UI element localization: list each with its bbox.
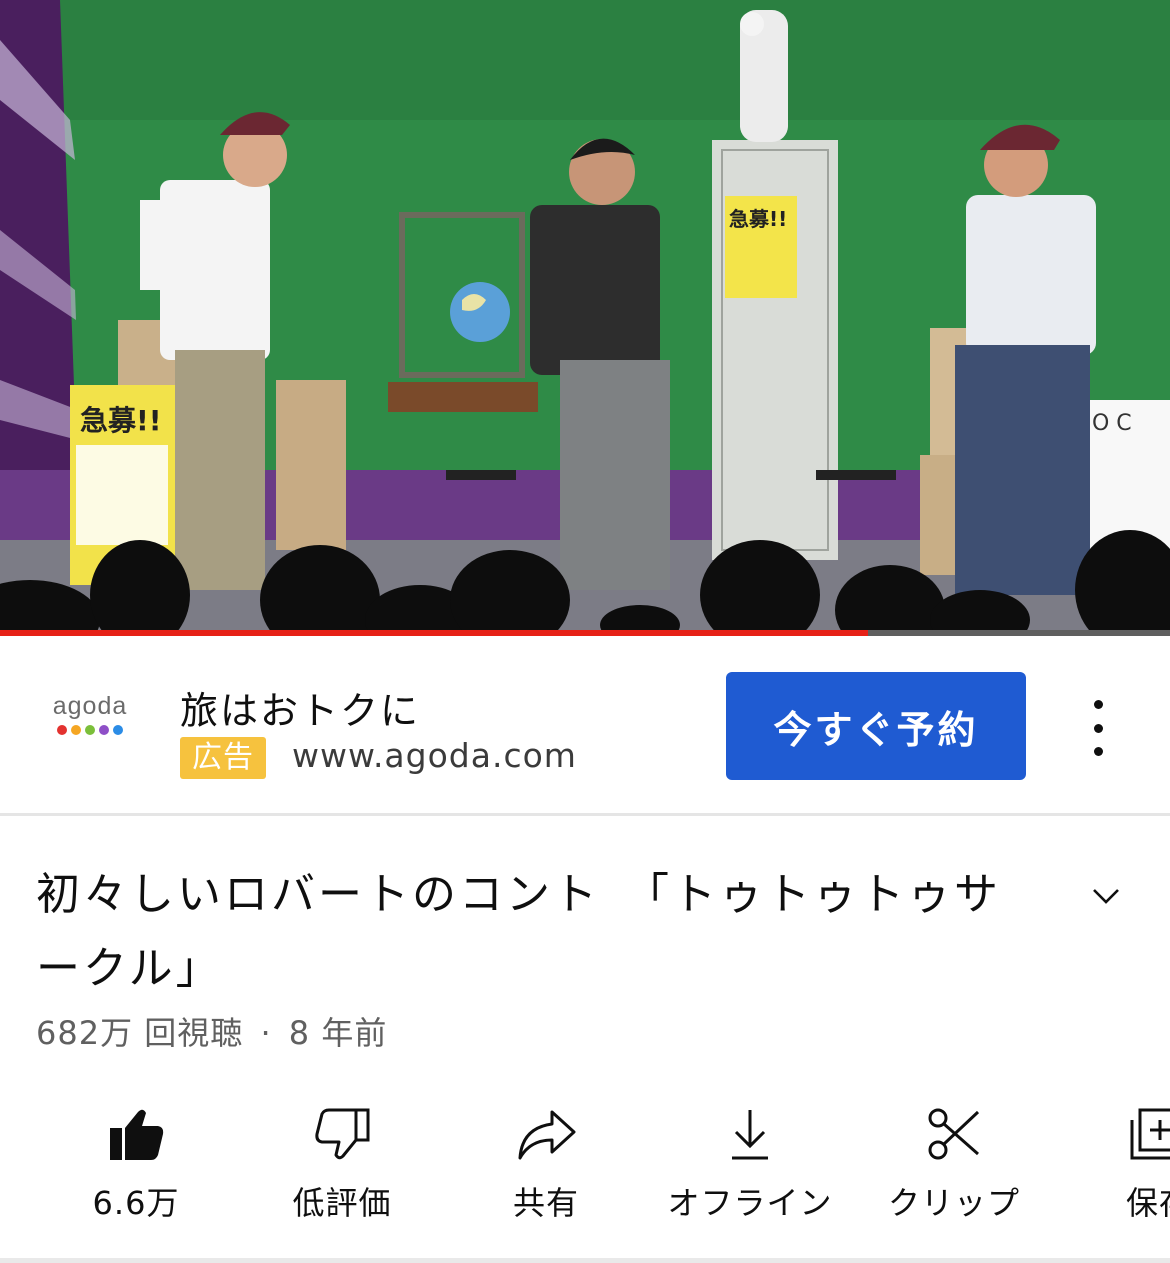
video-meta[interactable]: 682万 回視聴 · 8 年前 (36, 1008, 387, 1054)
thumbs-down-icon (315, 1108, 370, 1160)
divider (0, 1258, 1170, 1263)
agoda-logo: agoda (38, 692, 142, 752)
dislike-label: 低評価 (292, 1184, 392, 1222)
clip-button[interactable]: クリップ (854, 1092, 1054, 1232)
scissors-icon (928, 1108, 980, 1160)
more-dot (1093, 700, 1103, 709)
share-icon (518, 1110, 576, 1160)
download-icon (732, 1110, 768, 1160)
share-button[interactable]: 共有 (446, 1092, 646, 1232)
like-button[interactable]: 6.6万 (36, 1092, 236, 1232)
agoda-logo-dots (38, 725, 142, 735)
like-count: 6.6万 (92, 1184, 180, 1222)
clip-label: クリップ (887, 1184, 1020, 1222)
meta-separator: · (260, 1014, 272, 1052)
book-now-button[interactable]: 今すぐ予約 (726, 672, 1026, 780)
ad-card[interactable]: agoda 旅はおトクに 広告 www.agoda.com 今すぐ予約 (0, 636, 1170, 816)
save-button[interactable]: 保存 (1058, 1092, 1170, 1232)
performer-right (955, 124, 1096, 595)
video-frame: 急募!! 急募!! O C (0, 0, 1170, 630)
more-options-icon[interactable] (1076, 700, 1120, 756)
logo-dot (85, 725, 95, 735)
action-bar: 6.6万 低評価 共有 オフライン クリップ 保 (0, 1092, 1170, 1232)
download-label: オフライン (667, 1184, 833, 1222)
agoda-logo-text: agoda (52, 692, 128, 720)
ad-badge: 広告 (180, 737, 266, 779)
more-dot (1093, 723, 1103, 733)
video-player[interactable]: 急募!! 急募!! O C (0, 0, 1170, 630)
dislike-button[interactable]: 低評価 (242, 1092, 442, 1232)
upload-age: 8 年前 (288, 1014, 388, 1052)
view-count: 682万 回視聴 (36, 1014, 244, 1052)
logo-dot (57, 725, 67, 735)
thumbs-up-icon (110, 1109, 164, 1160)
download-button[interactable]: オフライン (650, 1092, 850, 1232)
video-title[interactable]: 初々しいロバートのコント 「トゥトゥトゥサークル」 (36, 858, 1046, 1006)
logo-dot (99, 725, 109, 735)
ad-headline[interactable]: 旅はおトクに (180, 680, 420, 735)
poster-text-locker: 急募!! (729, 207, 787, 231)
add-to-playlist-icon (1130, 1108, 1170, 1160)
logo-dot (71, 725, 81, 735)
chevron-down-icon[interactable] (1088, 878, 1124, 914)
logo-dot (113, 725, 123, 735)
poster-text-left: 急募!! (80, 404, 162, 437)
svg-text:O C: O C (1092, 411, 1132, 436)
share-label: 共有 (512, 1184, 579, 1222)
ad-url[interactable]: www.agoda.com (292, 736, 577, 775)
save-label: 保存 (1126, 1184, 1170, 1222)
more-dot (1093, 747, 1103, 756)
